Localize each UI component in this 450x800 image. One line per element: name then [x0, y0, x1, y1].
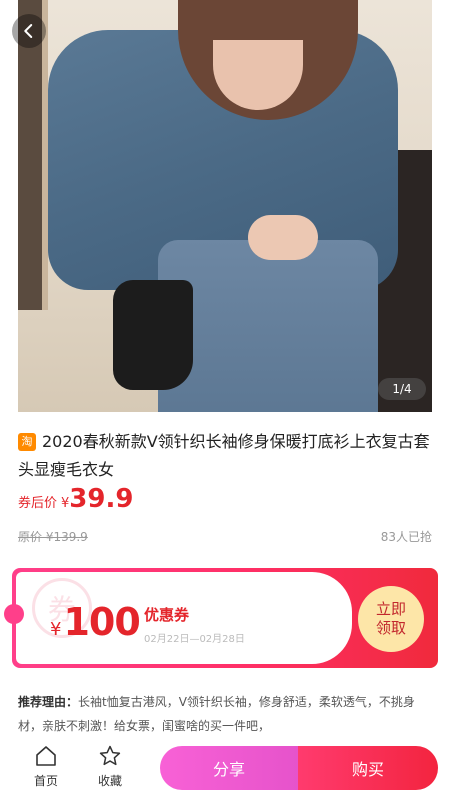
image-counter: 1/4: [378, 378, 426, 400]
meta-row: 原价 ¥139.9 83人已抢: [18, 528, 432, 545]
nav-favorite[interactable]: 收藏: [86, 744, 134, 789]
claim-label-line2: 领取: [375, 619, 406, 637]
nav-favorite-label: 收藏: [97, 774, 122, 788]
price-symbol: ¥: [61, 496, 70, 511]
recommend-label: 推荐理由：: [18, 695, 79, 709]
product-title-text: 2020春秋新款V领针织长袖修身保暖打底衫上衣复古套头显瘦毛衣女: [18, 432, 430, 479]
product-title: 淘 2020春秋新款V领针织长袖修身保暖打底衫上衣复古套头显瘦毛衣女: [18, 428, 438, 484]
bottom-bar: 首页 收藏 分享 购买: [0, 742, 450, 800]
coupon-value: 100: [63, 600, 140, 644]
recommend-text: 长袖t恤复古港风，V领针织长袖，修身舒适，柔软透气，不挑身材，亲肤不刺激！给女票…: [18, 695, 415, 733]
back-button[interactable]: [12, 14, 46, 48]
home-icon: [36, 746, 56, 766]
nav-home-label: 首页: [33, 774, 58, 788]
action-buttons: 分享 购买: [160, 746, 438, 790]
coupon-body: 券 ¥ 100 优惠券 02月22日—02月28日: [16, 572, 352, 664]
coupon-name: 优惠券: [144, 606, 190, 624]
price-label: 券后价: [18, 496, 58, 511]
back-icon: [24, 24, 33, 38]
claim-label-line1: 立即: [375, 600, 406, 618]
platform-badge: 淘: [18, 433, 36, 451]
coupon-symbol: ¥: [50, 619, 62, 640]
bag-shape: [113, 280, 193, 390]
product-image[interactable]: [18, 0, 432, 412]
coupon-notch: [4, 604, 24, 624]
star-icon: [99, 745, 121, 766]
buy-button[interactable]: 购买: [298, 746, 438, 790]
price-value: 39.9: [69, 484, 134, 514]
original-price: 原价 ¥139.9: [18, 530, 88, 544]
sold-count: 83人已抢: [380, 530, 432, 544]
share-button[interactable]: 分享: [160, 746, 298, 790]
nav-home[interactable]: 首页: [22, 744, 70, 789]
hand-shape: [248, 215, 318, 260]
coupon-date: 02月22日—02月28日: [144, 634, 245, 645]
claim-coupon-button[interactable]: 立即 领取: [358, 586, 424, 652]
coupon-amount: ¥ 100: [50, 600, 141, 644]
price-row: 券后价 ¥ 39.9: [18, 484, 133, 514]
recommend-reason: 推荐理由：长袖t恤复古港风，V领针织长袖，修身舒适，柔软透气，不挑身材，亲肤不刺…: [18, 690, 438, 740]
coupon-card[interactable]: 券 ¥ 100 优惠券 02月22日—02月28日 立即 领取: [4, 568, 438, 668]
